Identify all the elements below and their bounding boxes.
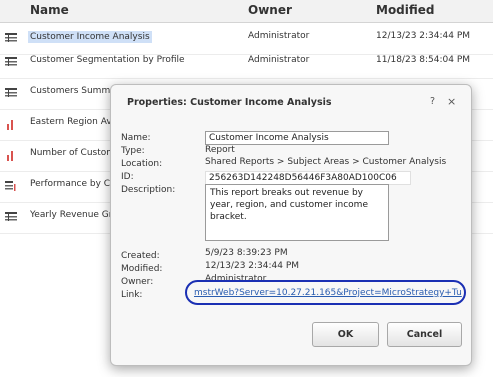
dialog-title: Properties: Customer Income Analysis [127, 97, 332, 108]
link-label: Link: [121, 290, 143, 300]
grid-report-icon [5, 88, 17, 97]
modified-label: Modified: [121, 264, 163, 274]
type-label: Type: [121, 146, 145, 156]
help-icon[interactable]: ? [430, 96, 435, 107]
column-owner[interactable]: Owner [248, 3, 292, 17]
description-label: Description: [121, 185, 176, 195]
list-item[interactable]: Customer Segmentation by Profile Adminis… [0, 47, 493, 79]
location-label: Location: [121, 159, 163, 169]
bar-chart-icon [7, 151, 13, 161]
location-value: Shared Reports > Subject Areas > Custome… [205, 157, 447, 167]
list-item-modified: 11/18/23 8:54:04 PM [376, 55, 471, 65]
created-value: 5/9/23 8:39:23 PM [205, 248, 288, 258]
list-item-modified: 12/13/23 2:34:44 PM [376, 31, 471, 41]
list-item-name[interactable]: Customer Segmentation by Profile [30, 55, 185, 65]
grid-report-icon [5, 33, 17, 42]
grid-report-icon [5, 57, 17, 66]
column-header: Name Owner Modified [0, 0, 493, 23]
type-value: Report [205, 145, 235, 155]
name-field-value: Customer Income Analysis [209, 133, 329, 143]
modified-value: 12/13/23 2:34:44 PM [205, 261, 300, 271]
created-label: Created: [121, 251, 160, 261]
grid-graph-icon [5, 181, 16, 191]
id-field[interactable]: 256263D142248D56446F3A80AD100C06 [205, 171, 411, 185]
id-label: ID: [121, 172, 134, 182]
list-item-owner: Administrator [248, 31, 310, 41]
cancel-button[interactable]: Cancel [387, 322, 462, 347]
list-item-name[interactable]: Customer Income Analysis [28, 31, 152, 43]
list-item-name[interactable]: Performance by Cus [30, 179, 120, 189]
ok-button[interactable]: OK [312, 322, 379, 347]
description-textarea[interactable]: This report breaks out revenue by year, … [205, 184, 389, 241]
close-icon[interactable]: × [447, 95, 456, 108]
list-item-name[interactable]: Yearly Revenue Gro [30, 210, 118, 220]
column-name[interactable]: Name [30, 3, 69, 17]
id-field-value: 256263D142248D56446F3A80AD100C06 [209, 173, 397, 183]
properties-dialog: Properties: Customer Income Analysis ? ×… [110, 84, 472, 366]
list-item-owner: Administrator [248, 55, 310, 65]
name-field[interactable]: Customer Income Analysis [205, 131, 389, 145]
list-item-name[interactable]: Number of Custome [30, 148, 121, 158]
column-modified[interactable]: Modified [376, 3, 435, 17]
bar-chart-icon [7, 120, 13, 130]
owner-label: Owner: [121, 277, 154, 287]
name-label: Name: [121, 133, 151, 143]
grid-report-icon [5, 212, 17, 221]
list-item-name[interactable]: Eastern Region Aver [30, 117, 121, 127]
highlight-oval [185, 280, 466, 305]
